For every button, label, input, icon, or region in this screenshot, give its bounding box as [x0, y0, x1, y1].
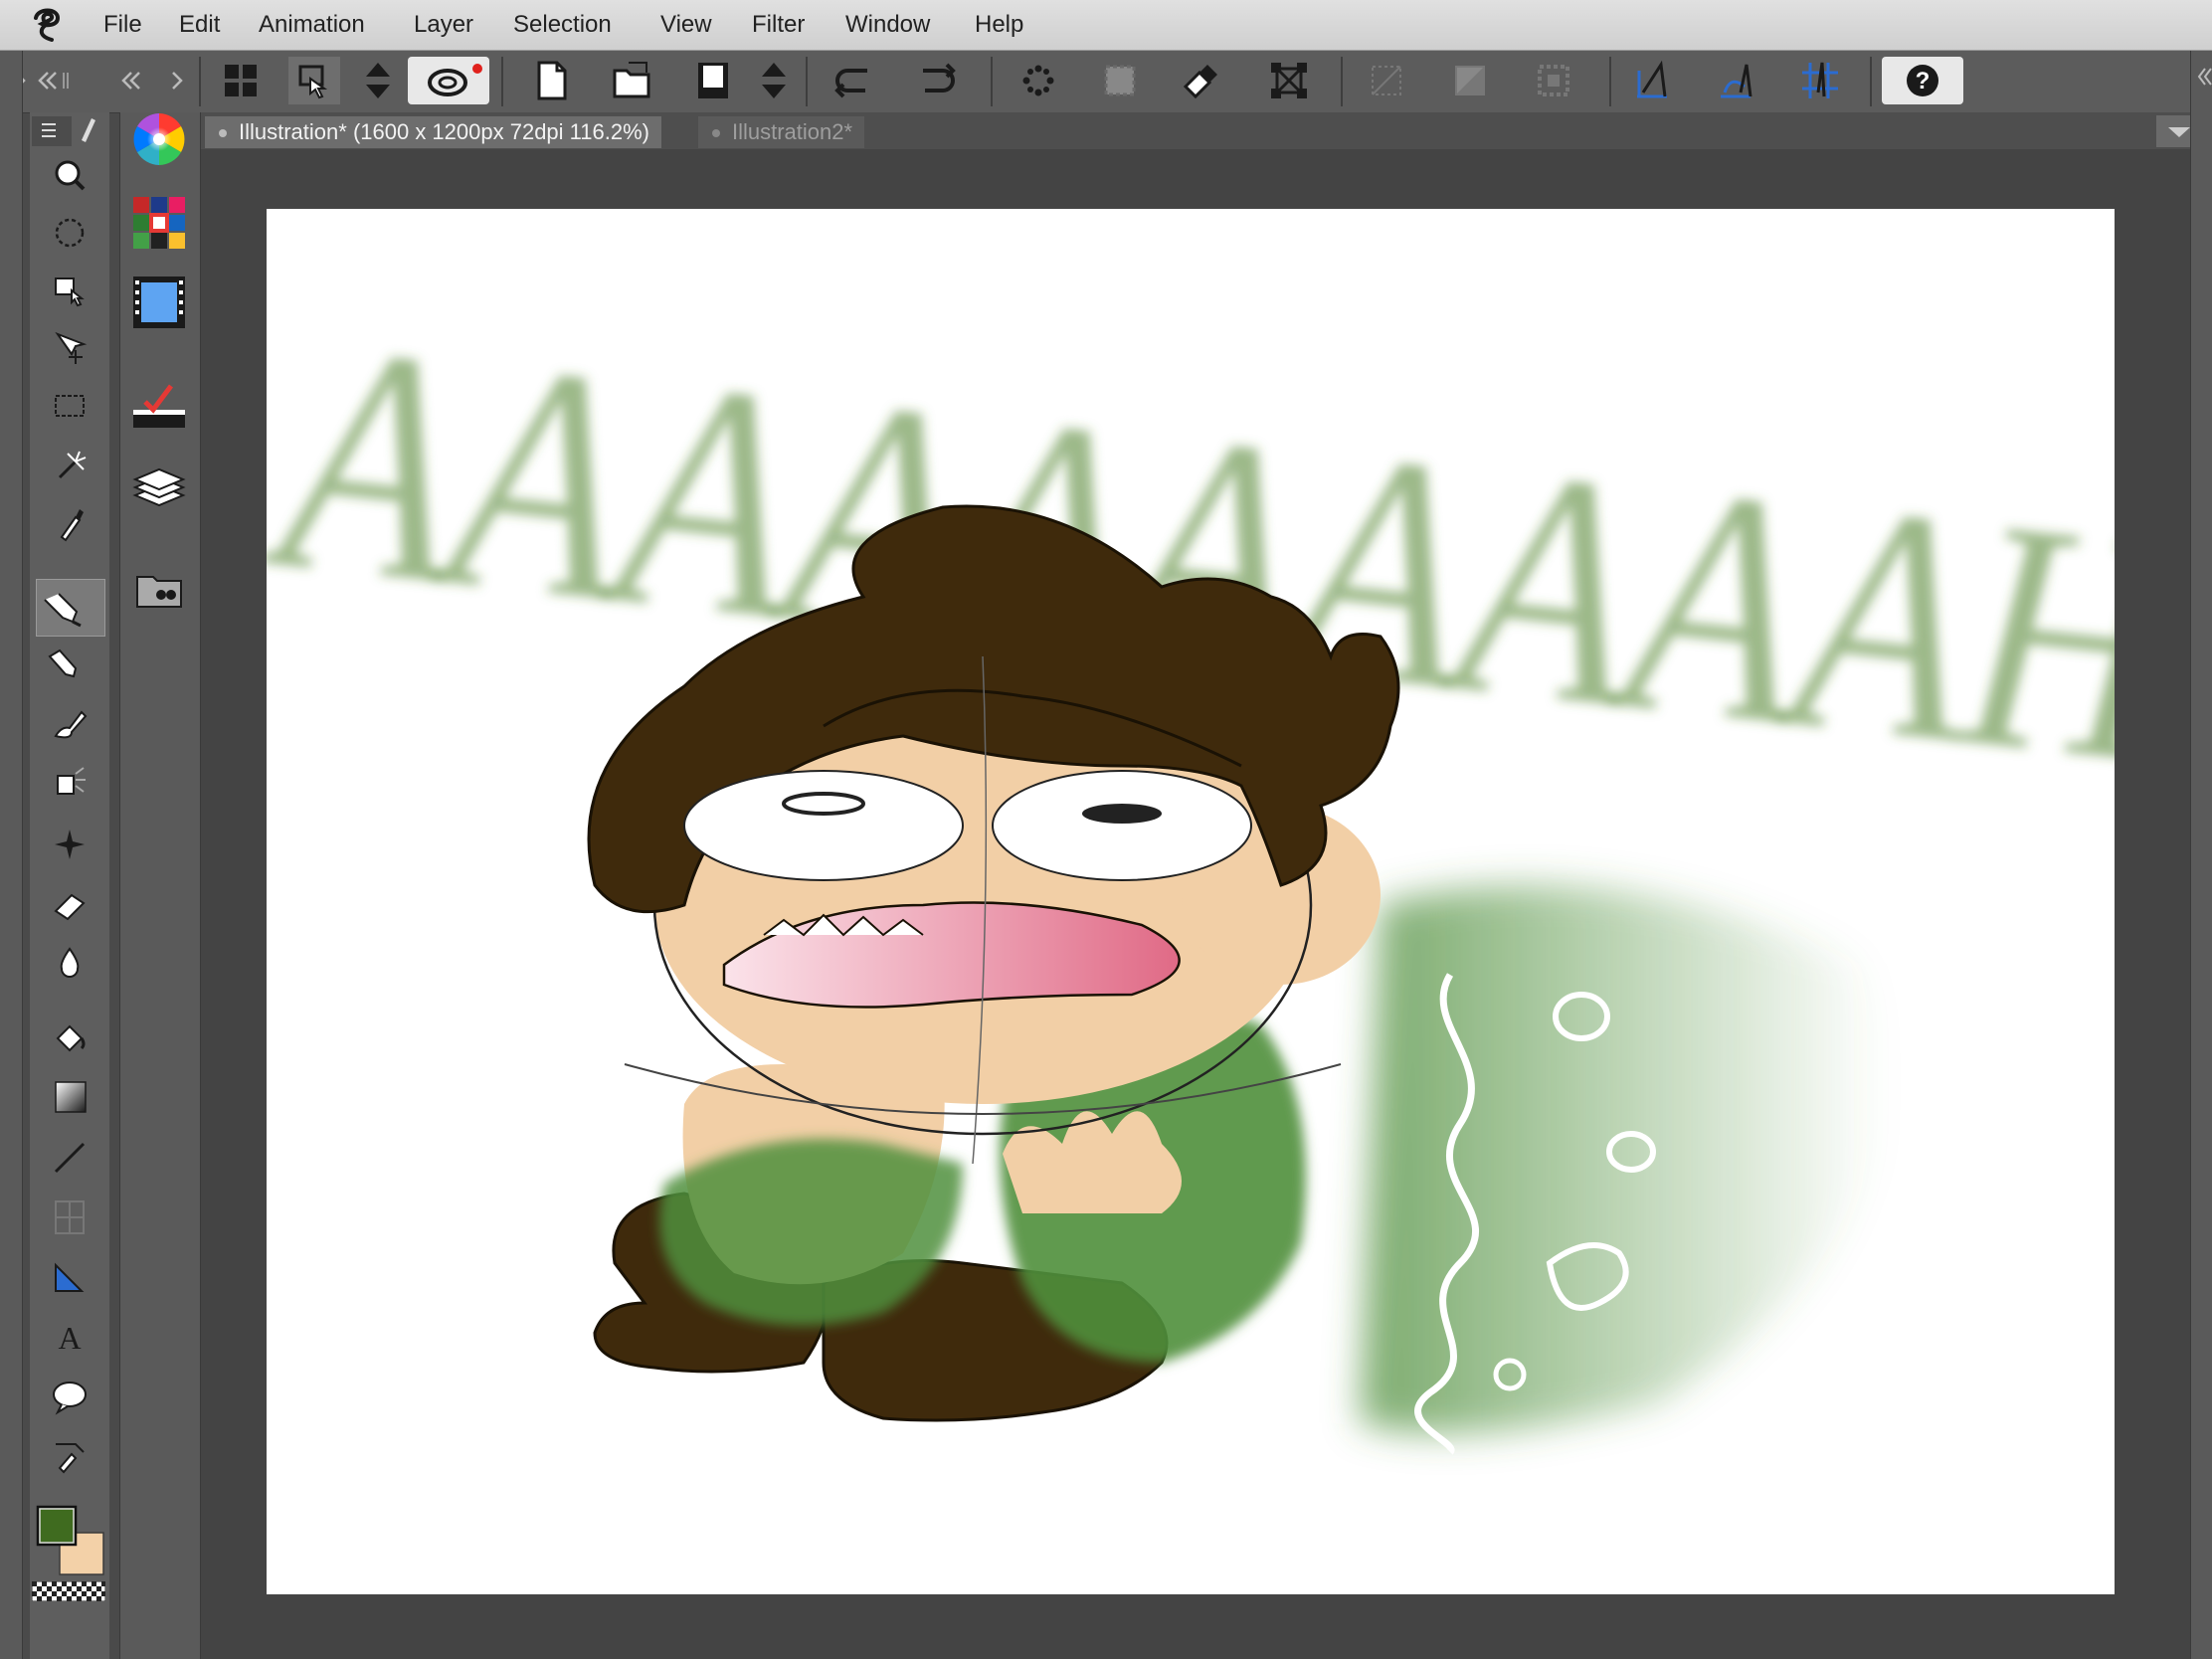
- grid-icon[interactable]: [215, 57, 267, 104]
- menu-help[interactable]: Help: [975, 0, 1023, 50]
- rect-select-icon[interactable]: [36, 378, 103, 434]
- tab-label: Illustration2*: [732, 119, 853, 144]
- ruler-icon[interactable]: [36, 1249, 103, 1305]
- correct-line-icon[interactable]: [36, 1428, 103, 1484]
- line-icon[interactable]: [36, 1130, 103, 1186]
- menu-file[interactable]: File: [103, 0, 142, 50]
- transform-icon[interactable]: [1263, 57, 1315, 104]
- menu-filter[interactable]: Filter: [752, 0, 805, 50]
- invert-selection-icon[interactable]: [1444, 57, 1496, 104]
- fill-bucket-icon[interactable]: [36, 1011, 103, 1066]
- text-icon[interactable]: A: [36, 1309, 103, 1365]
- timeline-icon[interactable]: [127, 271, 191, 334]
- command-bar: ?: [0, 51, 2212, 113]
- left-pupil: [782, 792, 865, 816]
- right-pupil: [1082, 804, 1162, 824]
- tab-label: Illustration* (1600 x 1200px 72dpi 116.2…: [239, 119, 649, 144]
- transparent-color-swatch[interactable]: [31, 1580, 106, 1602]
- left-dock-strip: [0, 51, 23, 1659]
- eyedropper-icon[interactable]: [36, 495, 103, 551]
- eraser-icon[interactable]: [36, 877, 103, 933]
- toolbar-separator: [991, 57, 993, 106]
- zoom-icon[interactable]: [36, 147, 103, 203]
- clear-selection-icon[interactable]: [1176, 57, 1227, 104]
- tab-status-dot: [712, 129, 720, 137]
- pen-icon[interactable]: [36, 579, 105, 637]
- color-set-icon[interactable]: [127, 189, 191, 253]
- tool-panel-header-icon[interactable]: [30, 112, 109, 148]
- stepper-icon[interactable]: [360, 57, 396, 104]
- toolbar-separator: [1870, 57, 1872, 106]
- tab-illustration[interactable]: Illustration* (1600 x 1200px 72dpi 116.2…: [205, 116, 661, 148]
- fill-icon[interactable]: [1094, 57, 1146, 104]
- panel-expand-icon[interactable]: [117, 57, 187, 104]
- toolbar-separator: [199, 57, 201, 106]
- layer-property-icon[interactable]: [127, 374, 191, 438]
- tab-illustration2[interactable]: Illustration2*: [698, 116, 865, 148]
- panel-collapse-right-icon[interactable]: [2191, 59, 2212, 98]
- new-file-icon[interactable]: [525, 57, 577, 104]
- ruler-snap-icon[interactable]: [1627, 57, 1679, 104]
- menu-edit[interactable]: Edit: [179, 0, 220, 50]
- toolbar-separator: [1341, 57, 1343, 106]
- help-icon[interactable]: ?: [1882, 57, 1963, 104]
- menu-selection[interactable]: Selection: [513, 0, 612, 50]
- redo-icon[interactable]: [911, 57, 963, 104]
- drawing-canvas[interactable]: AAAAAAAAAAH: [267, 209, 2115, 1594]
- undo-icon[interactable]: [830, 57, 881, 104]
- stabilizer-icon[interactable]: [408, 57, 489, 104]
- toolbar-separator: [1609, 57, 1611, 106]
- menu-view[interactable]: View: [660, 0, 712, 50]
- move-icon[interactable]: [36, 320, 103, 376]
- menu-window[interactable]: Window: [845, 0, 930, 50]
- svg-text:?: ?: [1916, 68, 1931, 94]
- tab-status-dot: [219, 129, 227, 137]
- menu-animation[interactable]: Animation: [259, 0, 365, 50]
- pencil-icon[interactable]: [36, 637, 103, 692]
- change-window-icon[interactable]: [288, 57, 340, 104]
- clear-icon[interactable]: [1013, 57, 1064, 104]
- special-ruler-icon[interactable]: [1711, 57, 1762, 104]
- gradient-icon[interactable]: [36, 1070, 103, 1126]
- sub-panel-bar: [119, 112, 201, 1659]
- layers-icon[interactable]: [127, 456, 191, 519]
- color-wheel-icon[interactable]: [127, 107, 191, 171]
- decoration-icon[interactable]: [36, 818, 103, 873]
- rotate-icon[interactable]: [36, 205, 103, 261]
- menu-layer[interactable]: Layer: [414, 0, 473, 50]
- left-eye: [683, 770, 964, 881]
- app-logo-icon[interactable]: [28, 6, 68, 44]
- hand-icon[interactable]: [36, 263, 103, 318]
- stepper-icon[interactable]: [756, 57, 792, 104]
- grid-snap-icon[interactable]: [1794, 57, 1846, 104]
- selection-launcher-icon[interactable]: [1528, 57, 1579, 104]
- right-dock-strip: [2190, 51, 2212, 1659]
- materials-icon[interactable]: [127, 559, 191, 623]
- color-indicator[interactable]: [36, 1505, 107, 1584]
- balloon-icon[interactable]: [36, 1369, 103, 1424]
- open-icon[interactable]: [607, 57, 658, 104]
- magic-wand-icon[interactable]: [36, 438, 103, 493]
- toolbar-separator: [806, 57, 808, 106]
- save-icon[interactable]: [688, 57, 740, 104]
- brush-icon[interactable]: [36, 696, 103, 752]
- document-tabs: Illustration* (1600 x 1200px 72dpi 116.2…: [201, 112, 2212, 149]
- blend-icon[interactable]: [36, 935, 103, 991]
- right-eye: [992, 770, 1252, 881]
- airbrush-icon[interactable]: [36, 754, 103, 810]
- deselect-icon[interactable]: [1361, 57, 1412, 104]
- svg-text:A: A: [58, 1320, 81, 1356]
- toolbar-separator: [501, 57, 503, 106]
- menu-bar: File Edit Animation Layer Selection View…: [0, 0, 2212, 51]
- main-color-swatch: [36, 1505, 78, 1547]
- smoke-cloud: [1361, 885, 1883, 1434]
- frame-icon[interactable]: [36, 1190, 103, 1245]
